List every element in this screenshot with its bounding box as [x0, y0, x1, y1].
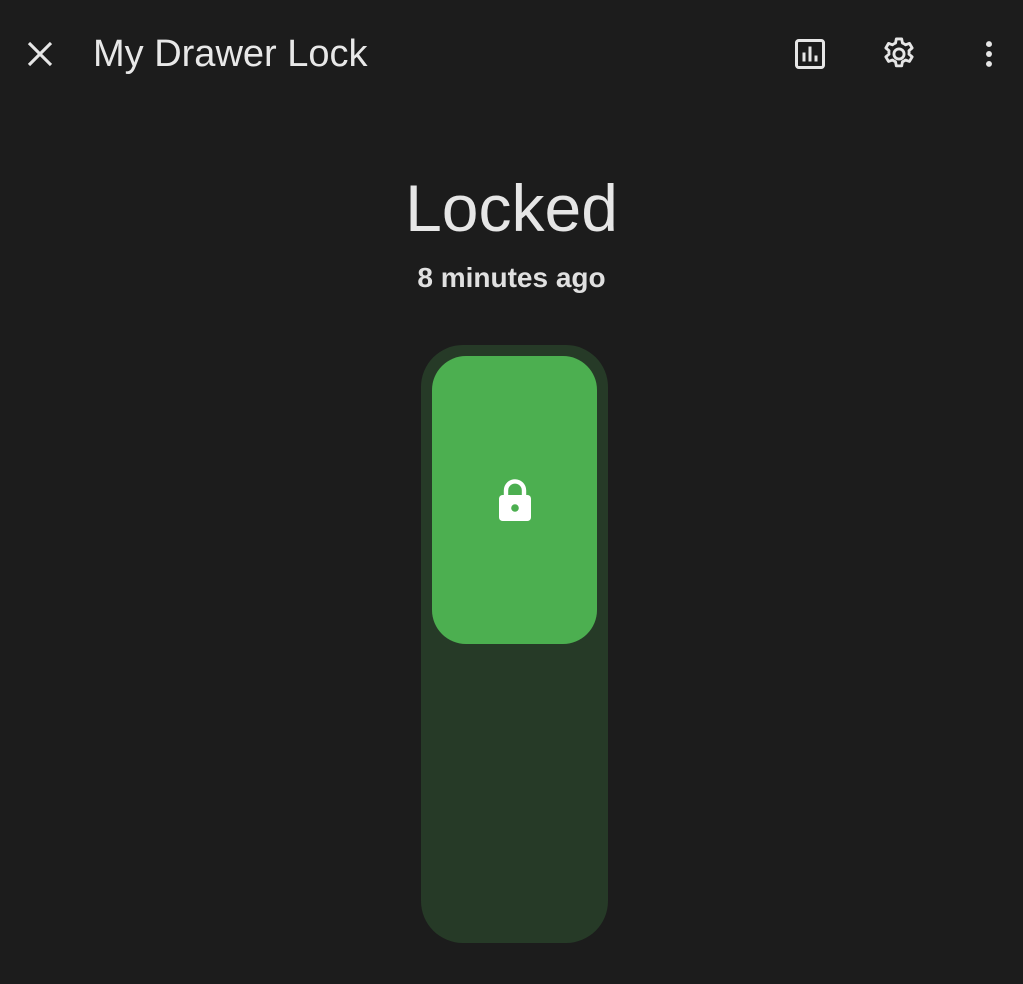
- history-button[interactable]: [778, 22, 842, 86]
- dialog-title: My Drawer Lock: [93, 33, 368, 75]
- lock-icon: [498, 479, 531, 521]
- chart-box-icon: [795, 39, 825, 69]
- settings-button[interactable]: [867, 22, 931, 86]
- gear-icon: [884, 37, 914, 68]
- more-options-button[interactable]: [957, 22, 1021, 86]
- lock-toggle-switch[interactable]: [421, 345, 608, 943]
- lock-state-label: Locked: [405, 171, 618, 245]
- more-info-dialog: My Drawer Lock Locked 8 minutes ago: [0, 0, 1023, 984]
- close-icon: [27, 41, 53, 67]
- lock-toggle-thumb[interactable]: [432, 356, 597, 644]
- dialog-header: My Drawer Lock: [0, 0, 1023, 108]
- last-changed-label: 8 minutes ago: [417, 262, 606, 293]
- dots-vertical-icon: [986, 41, 992, 67]
- close-button[interactable]: [8, 22, 72, 86]
